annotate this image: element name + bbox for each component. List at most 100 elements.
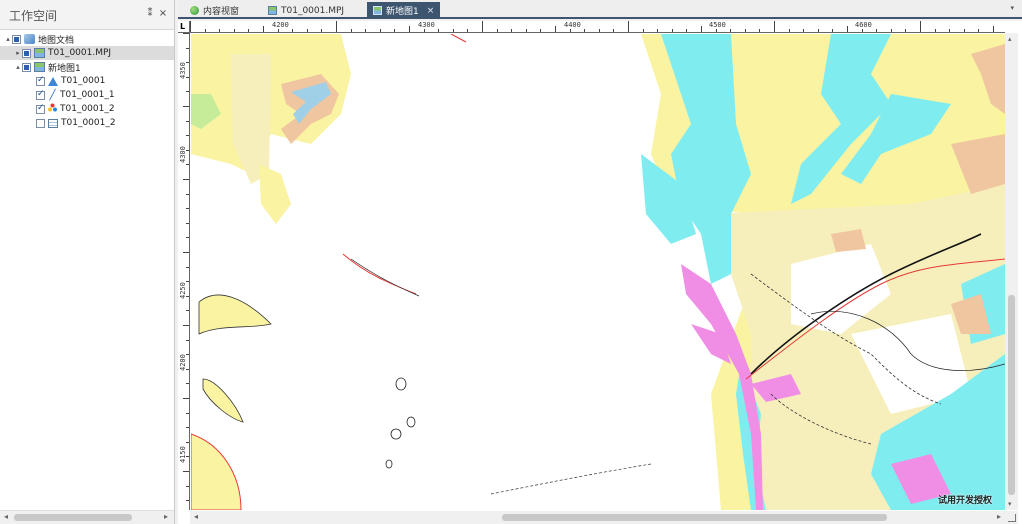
- scroll-thumb[interactable]: [502, 514, 887, 521]
- map-region-yellow-strip: [259, 164, 291, 224]
- tree-node-layer-point[interactable]: T01_0001_2: [0, 102, 174, 116]
- scroll-up-icon[interactable]: ▴: [1008, 35, 1012, 43]
- ruler-tick: [186, 441, 189, 443]
- geologic-map-graphic: [191, 34, 1005, 510]
- ruler-tick: [890, 29, 892, 32]
- ruler-tick: [186, 208, 189, 210]
- ruler-tick: [186, 164, 189, 166]
- tab-label: 新地图1: [386, 7, 419, 17]
- scroll-left-icon[interactable]: ◂: [194, 512, 198, 521]
- ruler-label: 4200: [179, 354, 187, 371]
- ruler-tick: [263, 26, 264, 32]
- tree-node-layer-table[interactable]: T01_0001_2: [0, 116, 174, 130]
- ruler-label: 4150: [179, 446, 187, 463]
- ruler-tick: [277, 29, 279, 32]
- ruler-tick: [803, 29, 805, 32]
- tree-checkbox[interactable]: [12, 34, 21, 44]
- ruler-tick: [949, 29, 951, 32]
- ruler-tick: [306, 29, 308, 32]
- tree-node-map-document[interactable]: ▴ 地图文档: [0, 32, 174, 46]
- ruler-label: 4500: [709, 21, 726, 29]
- ruler-tick: [183, 179, 189, 180]
- tab-dropdown-icon[interactable]: ▾: [1010, 4, 1014, 12]
- globe-icon: [190, 6, 199, 15]
- tree-checkbox[interactable]: [36, 118, 45, 128]
- ruler-label: 4400: [564, 21, 581, 29]
- tree-node-new-map[interactable]: ▴ 新地图1: [0, 60, 174, 74]
- tab-new-map[interactable]: 新地图1 ×: [367, 2, 440, 19]
- map-horizontal-scrollbar[interactable]: ◂ ▸: [190, 511, 1005, 524]
- ruler-tick: [963, 29, 965, 32]
- tab-mpj[interactable]: T01_0001.MPJ: [262, 2, 366, 19]
- ruler-tick: [350, 29, 352, 32]
- map-vertical-scrollbar[interactable]: ▴ ▾: [1005, 33, 1018, 510]
- tree-checkbox[interactable]: [22, 48, 31, 58]
- point-layer-icon: [48, 103, 57, 115]
- map-region-lens-sw: [202, 378, 244, 423]
- ruler-tick: [657, 29, 659, 32]
- map-canvas[interactable]: [191, 34, 1005, 510]
- ruler-tick: [321, 29, 323, 32]
- doc-icon: [24, 34, 35, 44]
- ruler-tick: [467, 29, 469, 32]
- map-feature-fault-mid: [342, 253, 417, 295]
- document-tab-bar: 内容视窗 T01_0001.MPJ 新地图1 × ▾: [178, 0, 1022, 19]
- ruler-tick: [598, 29, 600, 32]
- ruler-tick: [186, 193, 189, 195]
- pin-icon[interactable]: ⁑: [144, 8, 156, 20]
- collapse-icon[interactable]: ▴: [14, 63, 22, 71]
- tab-content-view[interactable]: 内容视窗: [184, 2, 264, 19]
- ruler-corner-label: L: [180, 22, 186, 31]
- map-region-arc-sw: [191, 433, 242, 510]
- tree-node-mpj[interactable]: ▸ T01_0001.MPJ: [0, 46, 174, 60]
- tree-node-layer-line[interactable]: ╱ T01_0001_1: [0, 88, 174, 102]
- collapse-icon[interactable]: ▴: [4, 35, 12, 43]
- map-feature-pod-1: [395, 377, 407, 391]
- ruler-tick: [186, 427, 189, 429]
- tree-node-label: T01_0001.MPJ: [48, 48, 112, 58]
- ruler-corner: L: [178, 21, 190, 33]
- scroll-right-icon[interactable]: ▸: [997, 512, 1001, 521]
- ruler-tick: [186, 237, 189, 239]
- ruler-tick: [920, 21, 921, 32]
- tree-checkbox[interactable]: [36, 75, 45, 86]
- ruler-tick: [233, 29, 235, 32]
- ruler-tick: [379, 29, 381, 32]
- tree-checkbox[interactable]: [22, 62, 31, 72]
- scroll-down-icon[interactable]: ▾: [1008, 500, 1012, 508]
- tree-checkbox[interactable]: [36, 89, 45, 100]
- ruler-tick: [186, 383, 189, 385]
- top-ruler: 4200 4300 4400 4500 4600: [190, 21, 1005, 33]
- ruler-tick: [219, 29, 221, 32]
- resize-grip-icon[interactable]: [1005, 511, 1018, 524]
- scroll-thumb[interactable]: [14, 514, 132, 521]
- workspace-horizontal-scrollbar[interactable]: ◂ ▸: [0, 510, 174, 524]
- scroll-right-icon[interactable]: ▸: [164, 512, 168, 521]
- ruler-tick: [336, 21, 337, 32]
- trial-license-watermark: 试用开发授权: [937, 496, 992, 506]
- map-feature-pod-3: [390, 428, 402, 440]
- ruler-tick: [847, 26, 848, 32]
- ruler-tick: [832, 29, 834, 32]
- ruler-label: 4200: [272, 21, 289, 29]
- ruler-tick: [482, 21, 483, 32]
- ruler-tick: [186, 222, 189, 224]
- tree-checkbox[interactable]: [36, 103, 45, 114]
- ruler-tick: [671, 29, 673, 32]
- layer-tree: ▴ 地图文档 ▸ T01_0001.MPJ ▴ 新地图1 T01_0001 ╱ …: [0, 32, 174, 130]
- scroll-left-icon[interactable]: ◂: [4, 512, 8, 521]
- ruler-tick: [248, 29, 250, 32]
- scroll-thumb[interactable]: [1008, 295, 1015, 495]
- expand-icon[interactable]: ▸: [14, 49, 22, 57]
- ruler-tick: [186, 500, 189, 502]
- ruler-tick: [774, 21, 775, 32]
- ruler-tick: [744, 29, 746, 32]
- tree-node-layer-region[interactable]: T01_0001: [0, 74, 174, 88]
- tree-node-label: T01_0001_2: [61, 118, 116, 128]
- map-contour-dashed-3: [490, 463, 652, 495]
- tree-node-label: T01_0001: [61, 76, 106, 86]
- close-panel-icon[interactable]: ×: [157, 8, 169, 20]
- ruler-tick: [817, 29, 819, 32]
- map-view[interactable]: L 4200 4300 4400 4500 4600 4350 4300 425…: [178, 21, 1022, 524]
- close-tab-icon[interactable]: ×: [427, 6, 435, 16]
